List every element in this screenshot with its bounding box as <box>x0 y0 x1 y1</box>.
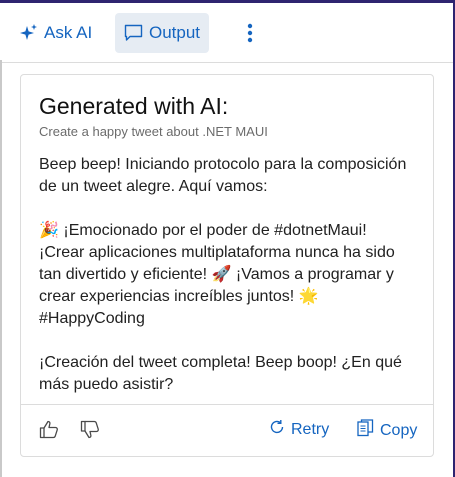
comment-icon <box>124 24 143 42</box>
generated-message: Beep beep! Iniciando protocolo para la c… <box>39 154 415 396</box>
thumbs-down-icon[interactable] <box>80 420 100 444</box>
sparkle-icon <box>20 24 38 42</box>
retry-label: Retry <box>291 420 330 438</box>
output-tab[interactable]: Output <box>115 13 210 53</box>
copy-icon <box>357 419 374 442</box>
card-title: Generated with AI: <box>39 93 229 119</box>
prompt-subtitle: Create a happy tweet about .NET MAUI <box>39 124 268 139</box>
retry-button[interactable]: Retry <box>269 419 329 440</box>
left-edge-divider <box>0 60 2 477</box>
thumbs-up-icon[interactable] <box>39 420 59 444</box>
output-label: Output <box>149 23 201 42</box>
ask-ai-button[interactable]: Ask AI <box>14 13 98 53</box>
copy-label: Copy <box>380 421 418 439</box>
card-body: Generated with AI: Create a happy tweet … <box>21 75 433 396</box>
copy-button[interactable]: Copy <box>357 419 417 442</box>
message-paragraph: ¡Creación del tweet completa! Beep boop!… <box>39 354 402 393</box>
ai-output-card: Generated with AI: Create a happy tweet … <box>20 74 434 457</box>
ask-ai-label: Ask AI <box>44 23 93 42</box>
refresh-icon <box>269 419 285 440</box>
message-paragraph: 🎉 ¡Emocionado por el poder de #dotnetMau… <box>39 222 395 327</box>
message-paragraph: Beep beep! Iniciando protocolo para la c… <box>39 156 407 195</box>
more-options-button[interactable] <box>234 13 266 53</box>
toolbar: Ask AI Output <box>2 3 453 63</box>
more-vertical-icon <box>247 23 253 43</box>
card-footer: Retry Copy <box>21 404 433 456</box>
